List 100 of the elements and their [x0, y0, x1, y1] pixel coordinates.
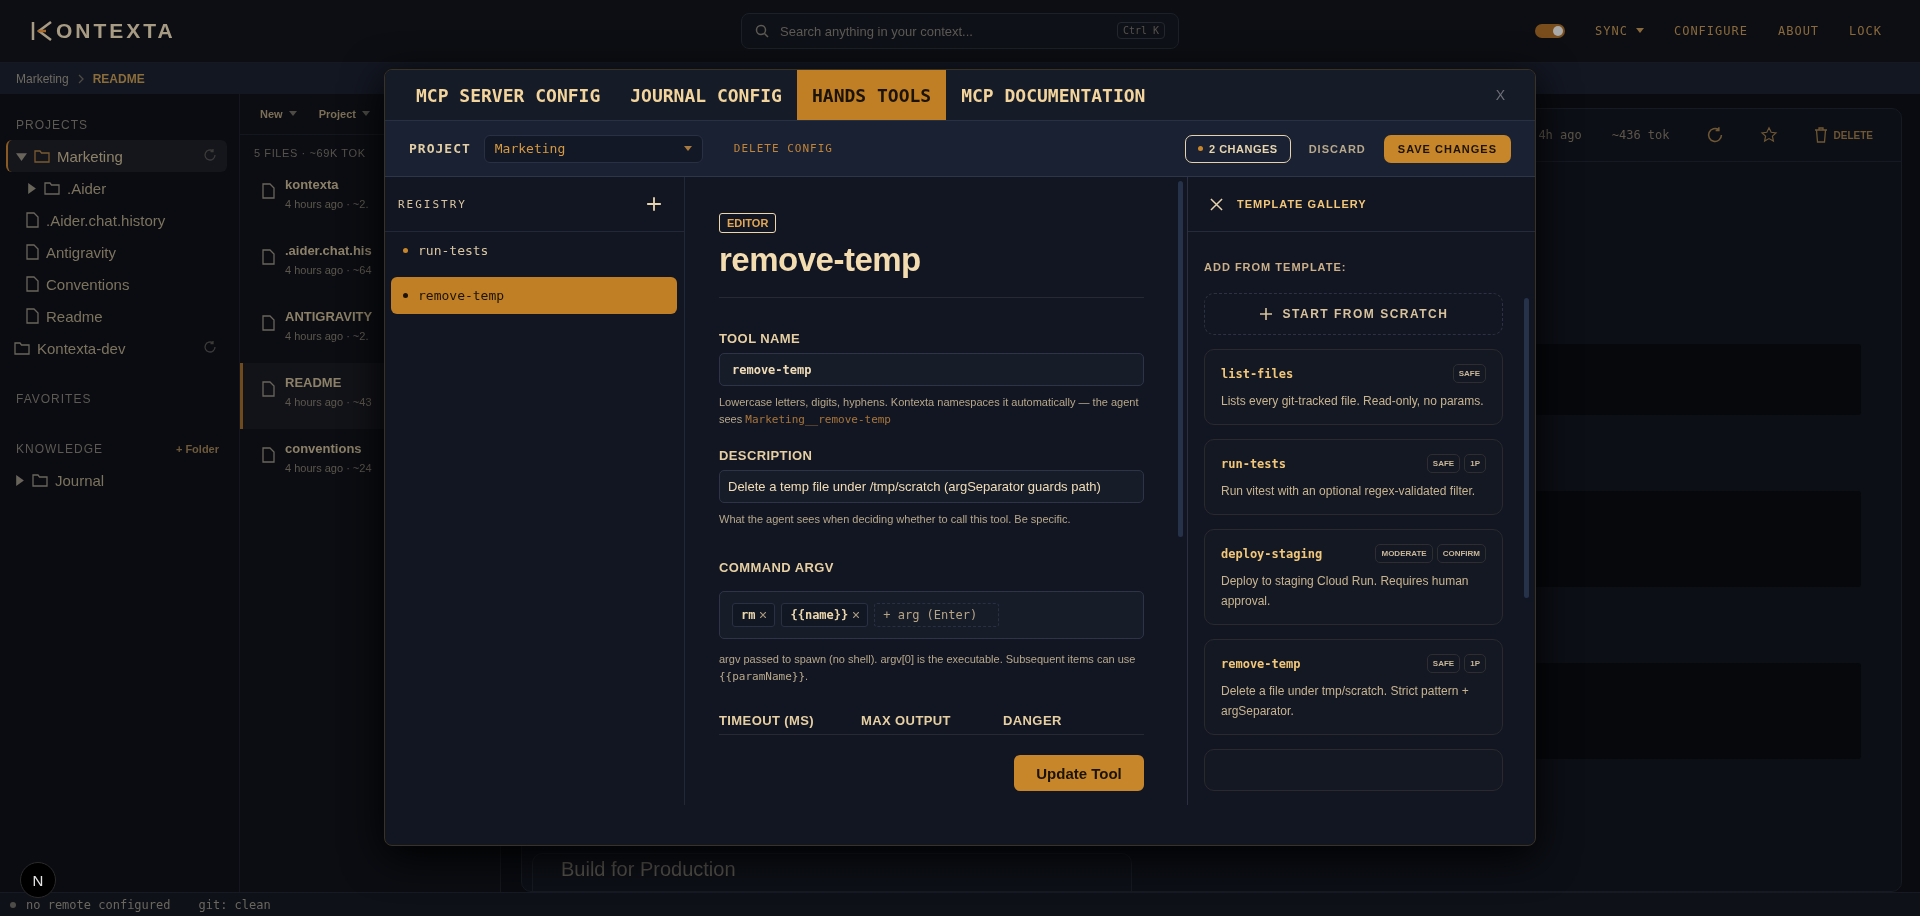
template-tag: 1P	[1464, 454, 1486, 473]
file-row[interactable]: .aider.chat.his 4 hours ago · ~64	[240, 231, 384, 297]
template-description: Run vitest with an optional regex-validated filter.	[1221, 483, 1477, 500]
dropdown-menu[interactable]: New	[260, 108, 297, 120]
argv-field[interactable]: rm {{name}} + arg (Enter)	[719, 591, 1144, 639]
tree-item[interactable]: Readme	[6, 300, 227, 332]
tool-heading: remove-temp	[719, 241, 922, 279]
tree-item[interactable]: Conventions	[6, 268, 227, 300]
scrollbar[interactable]	[1178, 181, 1183, 537]
remove-icon[interactable]	[853, 612, 860, 618]
template-description: Deploy to staging Cloud Run. Requires human approval.	[1221, 573, 1470, 610]
star-icon[interactable]	[1759, 126, 1778, 144]
breadcrumb-link[interactable]: README	[92, 71, 145, 86]
tab[interactable]: MCP DOCUMENTATION	[946, 70, 1161, 120]
menu-link[interactable]: ABOUT	[1777, 24, 1820, 38]
folder-icon	[44, 181, 60, 195]
help-text: What the agent sees when deciding whether to call this tool. Be specific.	[719, 512, 1072, 527]
section-title: Build for Production	[561, 858, 736, 880]
caret-right-icon[interactable]	[14, 474, 25, 486]
section-title: FAVORITES	[16, 392, 92, 406]
discard-button[interactable]: DISCARD	[1302, 141, 1372, 156]
file-icon	[26, 212, 39, 228]
field-label: COMMAND ARGV	[719, 560, 835, 575]
file-row[interactable]: ANTIGRAVITY 4 hours ago · ~2.	[240, 297, 384, 363]
trash-icon	[1813, 127, 1828, 143]
close-icon[interactable]	[1210, 197, 1223, 211]
help-text: Lowercase letters, digits, hyphens. Kontexta namespaces it automatically — the agent sees Marketing__remove-temp	[719, 395, 1140, 428]
template-card[interactable]: list-files SAFE Lists every git-tracked file. Read-only, no params.	[1204, 349, 1503, 425]
changes-indicator: 2 CHANGES	[1185, 134, 1291, 163]
logo-icon	[30, 20, 54, 42]
delete-config-link[interactable]: DELETE CONFIG	[727, 141, 839, 156]
field-label: TIMEOUT (MS)	[719, 713, 816, 728]
menu-link[interactable]: CONFIGURE	[1673, 24, 1748, 38]
remote-status: no remote configured	[26, 897, 171, 912]
template-description: Delete a file under tmp/scratch. Strict pattern + argSeparator.	[1221, 683, 1470, 720]
panel-title: TEMPLATE GALLERY	[1237, 198, 1367, 210]
file-icon	[262, 249, 275, 265]
toggle-switch[interactable]	[1535, 24, 1566, 38]
dropdown-menu[interactable]: Project	[318, 108, 370, 120]
close-button[interactable]: X	[1489, 86, 1511, 104]
tab[interactable]: MCP SERVER CONFIG	[401, 70, 616, 120]
project-select[interactable]: Marketing	[483, 134, 703, 163]
template-name: deploy-staging	[1221, 546, 1323, 561]
caret-right-icon[interactable]	[26, 182, 37, 194]
file-icon	[262, 183, 275, 199]
folder-icon	[14, 341, 30, 355]
file-row[interactable]: README 4 hours ago · ~43	[240, 363, 384, 429]
argv-chip[interactable]: rm	[732, 603, 776, 627]
tree-item[interactable]: Kontexta-dev	[6, 332, 227, 364]
plus-icon[interactable]	[1258, 307, 1273, 321]
template-name: remove-temp	[1221, 656, 1301, 671]
field-label: TOOL NAME	[719, 331, 802, 346]
field-label: DESCRIPTION	[719, 448, 814, 463]
field-label: PROJECT	[409, 141, 471, 156]
registry-item[interactable]: remove-temp	[391, 277, 677, 314]
tree-item[interactable]: .Aider.chat.history	[6, 204, 227, 236]
caret-down-icon[interactable]	[16, 150, 27, 162]
save-button[interactable]: SAVE CHANGES	[1383, 134, 1511, 163]
menu-dropdown[interactable]: SYNC	[1595, 24, 1644, 38]
caret-down-icon	[361, 111, 370, 117]
file-name: kontexta	[285, 177, 340, 192]
file-name: .aider.chat.his	[285, 243, 372, 258]
folder-icon	[32, 473, 48, 487]
template-card[interactable]: run-tests SAFE 1P Run vitest with an optional regex-validated filter.	[1204, 439, 1503, 515]
breadcrumb-link[interactable]: Marketing	[16, 71, 69, 86]
field-label: MAX OUTPUT	[861, 713, 952, 728]
file-row[interactable]: kontexta 4 hours ago · ~2.	[240, 165, 384, 231]
arg-input[interactable]: + arg (Enter)	[874, 603, 1000, 627]
template-name: list-files	[1221, 366, 1294, 381]
file-meta: 4 hours ago · ~43	[285, 396, 372, 408]
tab[interactable]: HANDS TOOLS	[796, 70, 947, 120]
input-field[interactable]: Delete a temp file under /tmp/scratch (argSeparator guards path)	[719, 470, 1144, 503]
file-meta: 4 hours ago · ~24	[285, 462, 372, 474]
field-label: DANGER	[1003, 713, 1063, 728]
refresh-icon[interactable]	[1705, 126, 1724, 144]
section-title: PROJECTS	[16, 118, 88, 132]
menu-link[interactable]: LOCK	[1849, 24, 1882, 38]
update-button[interactable]: Update Tool	[1014, 755, 1144, 791]
tree-item[interactable]: Marketing	[6, 140, 227, 172]
delete-button[interactable]: DELETE	[1813, 127, 1873, 143]
tab[interactable]: JOURNAL CONFIG	[615, 70, 797, 120]
argv-chip[interactable]: {{name}}	[781, 603, 869, 627]
file-age: 4h ago	[1538, 128, 1582, 142]
scrollbar[interactable]	[1524, 298, 1529, 598]
tree-item[interactable]: Journal	[6, 464, 227, 496]
tree-item[interactable]: .Aider	[6, 172, 227, 204]
remove-icon[interactable]	[760, 612, 767, 618]
plus-icon[interactable]	[646, 196, 662, 212]
template-card[interactable]: remove-temp SAFE 1P Delete a file under tmp/scratch. Strict pattern + argSeparator.	[1204, 639, 1503, 735]
start-from-scratch-button[interactable]: START FROM SCRATCH	[1204, 293, 1503, 335]
file-row[interactable]: conventions 4 hours ago · ~24	[240, 429, 384, 495]
template-card[interactable]: deploy-staging MODERATE CONFIRM Deploy to staging Cloud Run. Requires human approval.	[1204, 529, 1503, 625]
add-folder-button[interactable]: + Folder	[175, 443, 219, 455]
file-name: ANTIGRAVITY	[285, 309, 373, 324]
input-field[interactable]: remove-temp	[719, 353, 1144, 386]
help-text: argv passed to spawn (no shell). argv[0] is the executable. Subsequent items can use {{paramName}}.	[719, 652, 1137, 685]
tree-item[interactable]: Antigravity	[6, 236, 227, 268]
git-status: git: clean	[198, 897, 271, 912]
template-name: run-tests	[1221, 456, 1287, 471]
registry-item[interactable]: run-tests	[391, 232, 677, 269]
